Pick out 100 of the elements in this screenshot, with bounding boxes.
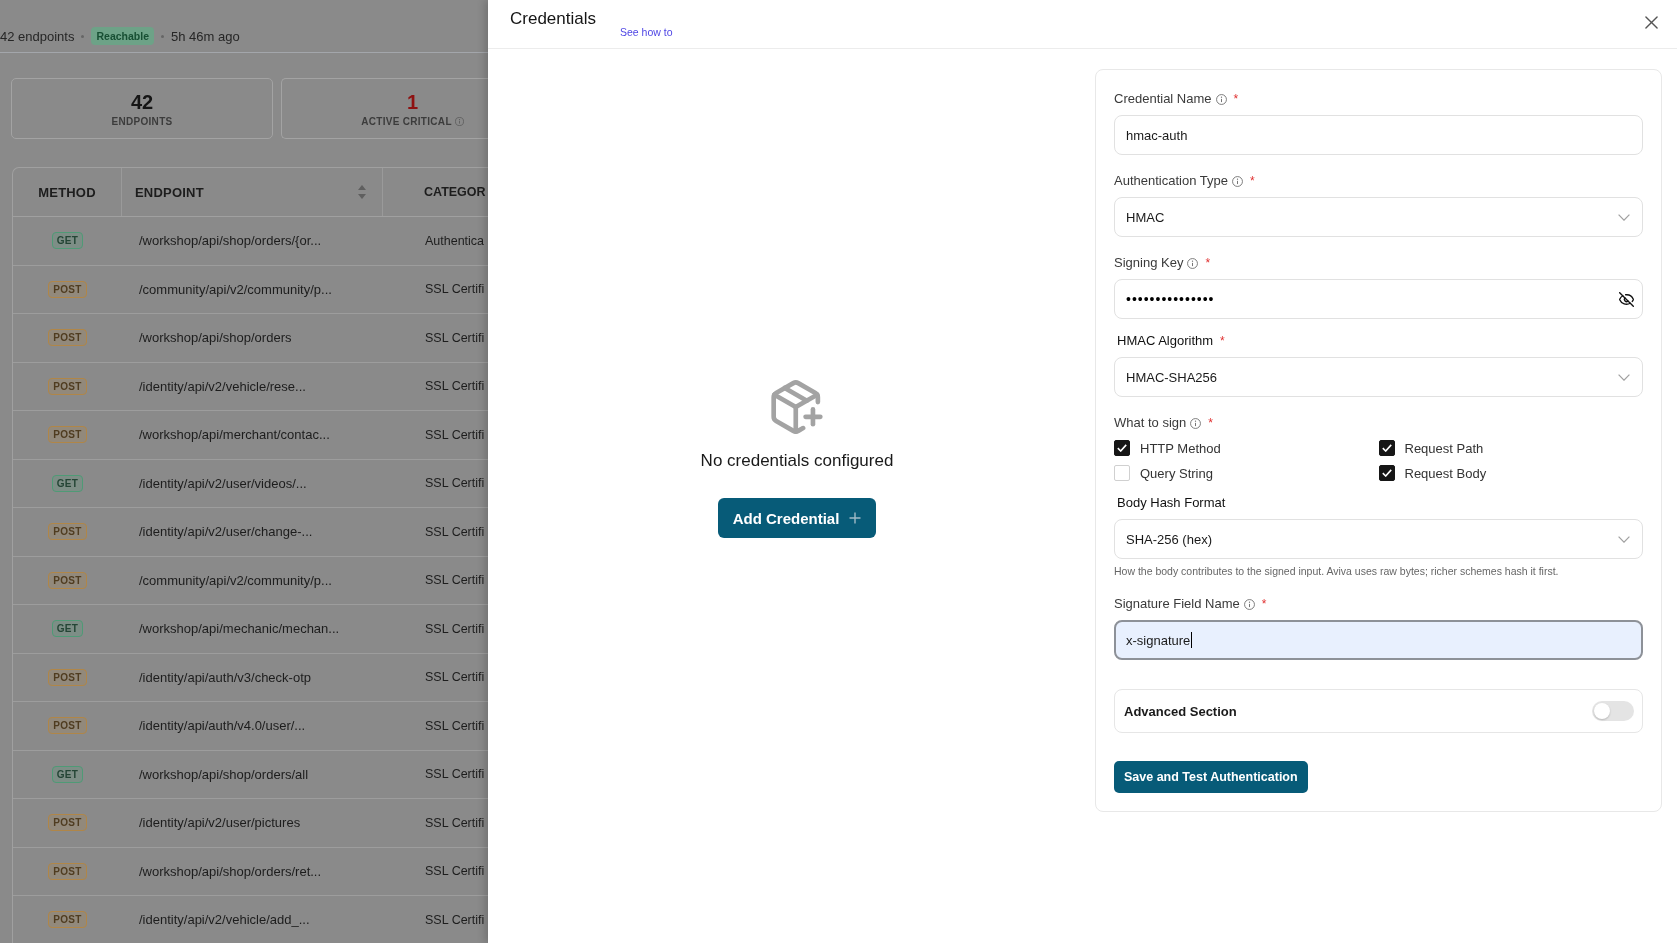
endpoint-count: 42 endpoints — [0, 28, 75, 44]
stat-label: ENDPOINTS — [111, 115, 173, 127]
table-cell-text: SSL Certifi — [424, 426, 486, 444]
column-header[interactable]: ENDPOINT — [122, 168, 383, 216]
field-label: Authentication Type — [1114, 173, 1228, 189]
table-cell-text: /identity/api/v2/vehicle/add_... — [138, 911, 311, 930]
method-badge: GET — [51, 232, 84, 250]
check-icon — [1117, 444, 1127, 452]
table-cell-text: SSL Certifi — [424, 523, 486, 541]
checkbox-label: Query String — [1140, 465, 1213, 481]
field-label: Signing Key — [1114, 255, 1184, 271]
required-marker: * — [1233, 91, 1239, 107]
method-badge: POST — [48, 911, 87, 929]
table-cell-text: /identity/api/auth/v4.0/user/... — [138, 717, 307, 736]
method-badge: POST — [48, 377, 87, 395]
field-label: Credential Name — [1114, 91, 1212, 107]
chevron-down-icon — [1618, 373, 1630, 381]
select-dropdown[interactable]: HMAC — [1114, 197, 1643, 237]
table-cell-text: /workshop/api/shop/orders/{or... — [138, 232, 323, 251]
eye-slash-icon[interactable] — [1619, 291, 1634, 307]
chevron-down-icon — [1618, 213, 1630, 221]
table-cell-text: /identity/api/v2/user/videos/... — [138, 474, 308, 493]
help-text: How the body contributes to the signed input. Aviva uses raw bytes; richer schemes hash it first. — [1114, 564, 1560, 578]
table-cell-text: /identity/api/auth/v3/check-otp — [138, 668, 312, 687]
checkbox[interactable] — [1378, 440, 1395, 456]
method-badge: GET — [51, 620, 84, 638]
text-input[interactable]: x-signature — [1114, 620, 1643, 660]
drawer-title: Credentials — [510, 9, 596, 29]
stat-value: 1 — [406, 90, 419, 113]
table-cell-text: SSL Certifi — [424, 281, 486, 299]
method-badge: POST — [48, 862, 87, 880]
sort-icon[interactable] — [358, 185, 366, 199]
column-header: METHOD — [13, 168, 122, 216]
table-cell-text: SSL Certifi — [424, 329, 486, 347]
table-cell-text: /community/api/v2/community/p... — [138, 571, 333, 590]
method-badge: POST — [48, 329, 87, 347]
method-badge: POST — [48, 668, 87, 686]
stat-value: 42 — [130, 90, 154, 113]
table-cell-text: /workshop/api/merchant/contac... — [138, 426, 331, 445]
info-icon[interactable] — [1231, 175, 1243, 187]
table-cell-text: SSL Certifi — [424, 572, 486, 590]
required-marker: * — [1205, 255, 1211, 271]
close-button[interactable] — [1645, 16, 1658, 29]
table-cell-text: SSL Certifi — [424, 863, 486, 881]
close-icon — [1645, 16, 1658, 29]
table-cell-text: SSL Certifi — [424, 620, 486, 638]
text-cursor-icon — [1191, 632, 1193, 648]
method-badge: POST — [48, 571, 87, 589]
method-badge: POST — [48, 426, 87, 444]
table-cell-text: /workshop/api/mechanic/mechan... — [138, 620, 341, 639]
box-plus-icon — [771, 380, 823, 434]
help-link[interactable]: See how to — [620, 25, 673, 39]
table-cell-text: /identity/api/v2/vehicle/rese... — [138, 377, 307, 396]
required-marker: * — [1208, 415, 1213, 431]
table-cell-text: /workshop/api/shop/orders — [138, 329, 293, 348]
required-marker: * — [1220, 333, 1225, 349]
section-label: Advanced Section — [1124, 703, 1237, 719]
checkbox-label: Request Path — [1404, 440, 1484, 456]
table-cell-text: SSL Certifi — [424, 378, 486, 396]
save-test-button[interactable]: Save and Test Authentication — [1114, 761, 1308, 793]
table-cell-text: Authentica — [424, 232, 486, 250]
info-icon[interactable] — [1243, 598, 1255, 610]
method-badge: GET — [51, 474, 84, 492]
table-cell-text: SSL Certifi — [424, 475, 486, 493]
stat-label: ACTIVE CRITICAL — [361, 115, 452, 127]
select-dropdown[interactable]: HMAC-SHA256 — [1114, 357, 1643, 397]
separator-dot-icon — [81, 34, 85, 38]
field-label: What to sign — [1114, 415, 1187, 431]
info-icon[interactable] — [1190, 417, 1202, 429]
toggle-switch[interactable] — [1592, 701, 1634, 721]
table-cell-text: SSL Certifi — [424, 669, 486, 687]
add-credential-button[interactable]: Add Credential — [717, 498, 877, 538]
last-checked-time: 5h 46m ago — [171, 28, 240, 44]
check-icon — [1381, 444, 1392, 452]
table-cell-text: /identity/api/v2/user/change-... — [138, 523, 314, 542]
required-marker: * — [1249, 173, 1255, 189]
checkbox[interactable] — [1378, 465, 1395, 481]
plus-icon — [849, 512, 862, 524]
method-badge: GET — [51, 765, 84, 783]
text-input[interactable]: hmac-auth — [1114, 115, 1643, 155]
table-cell-text: SSL Certifi — [424, 717, 486, 735]
table-cell-text: /identity/api/v2/user/pictures — [138, 814, 302, 833]
password-input[interactable]: ••••••••••••••• — [1114, 279, 1643, 319]
method-badge: POST — [48, 717, 87, 735]
empty-state-message: No credentials configured — [700, 450, 894, 472]
field-label: HMAC Algorithm — [1116, 333, 1214, 349]
checkbox-label: Request Body — [1404, 465, 1487, 481]
check-icon — [1381, 469, 1392, 477]
select-dropdown[interactable]: SHA-256 (hex) — [1114, 519, 1643, 559]
checkbox[interactable] — [1114, 440, 1130, 456]
method-badge: POST — [48, 280, 87, 298]
table-cell-text: /workshop/api/shop/orders/ret... — [138, 862, 323, 881]
info-icon[interactable] — [1215, 93, 1227, 105]
table-cell-text: SSL Certifi — [424, 911, 486, 929]
table-cell-text: SSL Certifi — [424, 814, 486, 832]
table-cell-text: /workshop/api/shop/orders/all — [138, 765, 310, 784]
table-cell-text: SSL Certifi — [424, 766, 486, 784]
field-label: Body Hash Format — [1116, 495, 1226, 511]
info-icon[interactable] — [1187, 257, 1199, 269]
table-cell-text: /community/api/v2/community/p... — [138, 280, 333, 299]
